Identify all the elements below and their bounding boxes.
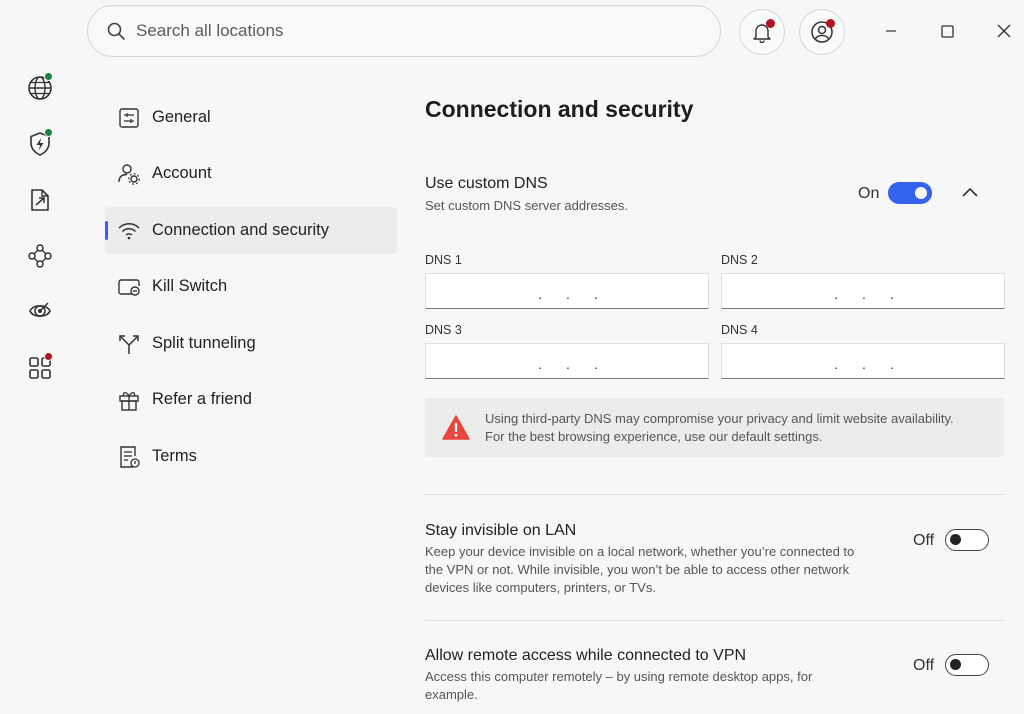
nav-terms[interactable]: Terms [105,433,397,480]
invisible-lan-toggle[interactable] [945,529,989,551]
profile-alert-dot [826,19,835,28]
divider [425,620,1004,621]
rail-meshnet[interactable] [24,240,56,272]
maximize-icon [940,24,954,38]
dns4-value: . . . [834,356,904,372]
minimize-icon [886,30,896,32]
dns2-input[interactable]: . . . [721,273,1005,309]
nav-general[interactable]: General [105,94,397,141]
custom-dns-title: Use custom DNS [425,175,548,192]
dns3-value: . . . [538,356,608,372]
remote-access-toggle[interactable] [945,654,989,676]
warning-text: Using third-party DNS may compromise you… [485,410,954,444]
rail-dark-web-monitor[interactable] [24,295,56,327]
dns1-label: DNS 1 [425,253,462,267]
nav-label: Kill Switch [152,277,228,295]
dns1-value: . . . [538,286,608,302]
dns2-value: . . . [834,286,904,302]
nav-connection-security[interactable]: Connection and security [105,207,397,254]
nav-split-tunneling[interactable]: Split tunneling [105,320,397,367]
dns4-label: DNS 4 [721,323,758,337]
close-icon [997,24,1011,38]
search-bar[interactable] [87,5,721,57]
warning-icon [442,414,470,440]
invisible-lan-title: Stay invisible on LAN [425,522,577,539]
custom-dns-state-label: On [858,185,880,202]
kill-switch-icon [117,275,141,299]
target-icon [29,302,51,318]
rail-status-dot [44,72,53,81]
notification-dot [766,19,775,28]
rail-status-dot [44,128,53,137]
notifications-button[interactable] [739,9,785,55]
maximize-button[interactable] [930,14,964,48]
remote-access-state-label: Off [913,657,935,674]
account-gear-icon [117,162,141,186]
nav-refer-friend[interactable]: Refer a friend [105,376,397,423]
minimize-button[interactable] [874,14,908,48]
invisible-lan-state-label: Off [913,532,935,549]
nav-account[interactable]: Account [105,150,397,197]
dns4-input[interactable]: . . . [721,343,1005,379]
rail-file-share[interactable] [24,184,56,216]
remote-access-title: Allow remote access while connected to V… [425,647,747,664]
dns3-input[interactable]: . . . [425,343,709,379]
nav-label: Refer a friend [152,390,252,408]
dns1-input[interactable]: . . . [425,273,709,309]
search-input[interactable] [136,21,696,41]
rail-threat-protection[interactable] [24,128,56,160]
divider [425,494,1004,495]
nav-label: Account [152,164,212,182]
nav-label: General [152,108,211,126]
nav-label: Split tunneling [152,334,256,352]
dns3-label: DNS 3 [425,323,462,337]
profile-button[interactable] [799,9,845,55]
nav-label: Terms [152,447,197,465]
collapse-button[interactable] [958,182,982,202]
close-button[interactable] [987,14,1021,48]
nav-label: Connection and security [152,221,330,239]
rail-alert-dot [44,352,53,361]
file-share-icon [31,189,49,211]
remote-access-description: Access this computer remotely – by using… [425,669,813,702]
wifi-icon [117,219,141,243]
gift-icon [117,388,141,412]
custom-dns-toggle[interactable] [888,182,932,204]
dns2-label: DNS 2 [721,253,758,267]
sliders-icon [117,106,141,130]
mesh-network-icon [28,244,52,268]
search-icon [107,22,125,40]
chevron-up-icon [962,187,978,197]
dns-warning-banner: Using third-party DNS may compromise you… [425,398,1004,457]
nav-kill-switch[interactable]: Kill Switch [105,263,397,310]
document-icon [117,445,141,469]
rail-apps[interactable] [24,352,56,384]
invisible-lan-description: Keep your device invisible on a local ne… [425,544,855,595]
custom-dns-description: Set custom DNS server addresses. [425,198,629,213]
rail-locations[interactable] [24,72,56,104]
split-arrows-icon [117,332,141,356]
page-title: Connection and security [425,96,694,122]
